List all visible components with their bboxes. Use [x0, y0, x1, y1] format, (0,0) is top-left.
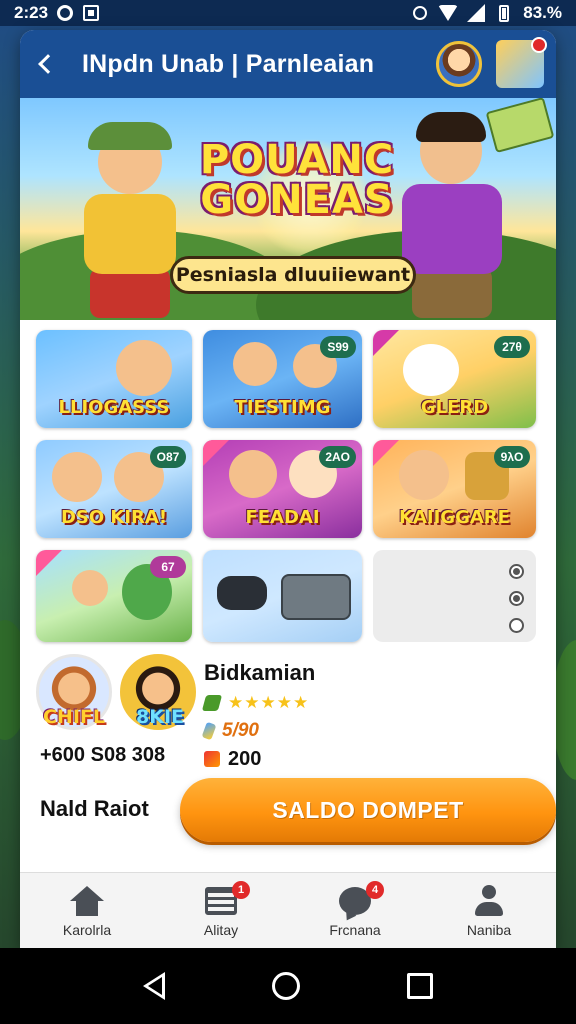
hero-title-line2: GONEAS — [200, 177, 394, 223]
nav-item-home[interactable]: Karolrla — [20, 873, 154, 948]
game-character-image — [399, 450, 449, 500]
status-bar: 2:23 83.% — [0, 0, 576, 26]
game-tile[interactable]: O87 DSO KIRA! — [36, 440, 192, 538]
character-label: CHIFL — [42, 706, 105, 728]
wifi-icon — [438, 4, 459, 22]
game-tile[interactable]: 27θ GLERD — [373, 330, 536, 428]
player-stats: Bidkamian ★★★★★ 5/90 200 — [201, 660, 316, 770]
game-tile[interactable]: LLIOGASSS — [36, 330, 192, 428]
bottom-navigation: Karolrla 1 Alitay 4 Frcnana Naniba — [20, 872, 556, 948]
coins-row: 200 — [204, 748, 315, 770]
battery-icon — [495, 4, 513, 22]
game-tile[interactable]: 2AO FEADAI — [203, 440, 362, 538]
game-character-image — [233, 342, 277, 386]
gamepad-icon — [217, 576, 267, 610]
pencil-icon — [201, 721, 217, 741]
profile-avatar-with-notification[interactable] — [496, 37, 547, 88]
game-title: DSO KIRA! — [60, 507, 168, 528]
game-badge: 2AO — [319, 446, 356, 468]
radio-group — [509, 564, 524, 633]
game-title: FEADAI — [245, 507, 320, 528]
game-title: KAIIGGARE — [399, 507, 510, 528]
game-tile[interactable] — [203, 550, 362, 642]
money-icon — [485, 98, 555, 154]
app-window: INpdn Unab | Parnleaian POUANC GONEAS Pe… — [20, 30, 556, 948]
player-name: Bidkamian — [204, 660, 316, 685]
nav-label: Alitay — [203, 921, 239, 938]
vehicle-image — [281, 574, 351, 620]
chevron-left-icon[interactable] — [32, 48, 64, 80]
progress-value: 5/90 — [222, 720, 259, 741]
home-icon — [68, 884, 106, 918]
notification-badge: 1 — [232, 881, 250, 899]
radio-option[interactable] — [509, 618, 524, 633]
hero-title-line1: POUANC — [199, 137, 395, 183]
gift-icon — [204, 751, 220, 767]
recents-square-icon[interactable] — [406, 973, 433, 999]
radio-option[interactable] — [509, 591, 524, 606]
progress-row: 5/90 — [201, 720, 315, 742]
coins-value: 200 — [228, 747, 262, 770]
nav-item-activity[interactable]: 1 Alitay — [154, 873, 288, 948]
game-tile[interactable]: 67 — [36, 550, 192, 642]
notification-dot — [531, 37, 547, 53]
wallet-balance-button[interactable]: SALDO DOMPET — [180, 778, 556, 842]
game-badge: S99 — [320, 336, 356, 358]
tile-corner-ribbon — [373, 440, 399, 466]
wallet-row: Nald Raiot SALDO DOMPET — [36, 778, 556, 854]
level-icon — [201, 695, 223, 711]
back-triangle-icon[interactable] — [143, 972, 166, 1000]
game-character-image — [116, 340, 172, 396]
game-title: TIESTIMG — [234, 397, 331, 418]
tile-corner-ribbon — [36, 550, 62, 576]
game-tile[interactable]: 9λO KAIIGGARE — [373, 440, 536, 538]
signal-icon — [467, 4, 486, 22]
game-character-image — [72, 570, 108, 606]
options-tile — [373, 550, 536, 642]
game-character-image — [403, 344, 459, 396]
game-title: GLERD — [420, 397, 489, 418]
cartoon-boy-left — [70, 118, 190, 318]
game-character-image — [52, 452, 102, 502]
hero-subtitle: Pesniasla dluuiiewant — [170, 256, 416, 294]
alarm-icon — [411, 4, 429, 22]
nav-item-chat[interactable]: 4 Frcnana — [288, 873, 422, 948]
game-grid: LLIOGASSS S99 TIESTIMG 27θ GLERD O87 DSO… — [36, 330, 540, 642]
game-badge: 27θ — [494, 336, 530, 358]
page-title: INpdn Unab | Parnleaian — [82, 49, 375, 78]
app-header: INpdn Unab | Parnleaian — [20, 30, 556, 98]
wallet-label: Nald Raiot — [40, 796, 149, 821]
game-title: LLIOGASSS — [58, 397, 170, 418]
battery-percent: 83.% — [523, 3, 562, 22]
notification-badge: 4 — [366, 881, 384, 899]
phone-number: +600 S08 308 — [40, 744, 166, 766]
system-navigation-bar — [0, 948, 576, 1024]
hero-banner[interactable]: POUANC GONEAS Pesniasla dluuiiewant — [20, 98, 556, 320]
profile-section: CHIFL 8KIE +600 S08 308 Bidkamian ★★★★★ … — [36, 654, 540, 778]
rating-row: ★★★★★ — [201, 692, 315, 714]
nav-label: Karolrla — [62, 921, 112, 938]
game-badge: 9λO — [494, 446, 530, 468]
rating-stars: ★★★★★ — [228, 693, 310, 712]
game-badge: O87 — [150, 446, 186, 468]
tile-corner-ribbon — [203, 440, 229, 466]
home-circle-icon[interactable] — [271, 972, 300, 1000]
person-icon — [470, 884, 508, 918]
tile-corner-ribbon — [373, 330, 399, 356]
game-tile[interactable]: S99 TIESTIMG — [203, 330, 362, 428]
radio-option[interactable] — [509, 564, 524, 579]
status-time: 2:23 — [14, 3, 49, 22]
hero-title: POUANC GONEAS — [192, 140, 402, 220]
gallery-icon — [82, 4, 100, 22]
game-character-image — [229, 450, 277, 498]
game-badge: 67 — [150, 556, 186, 578]
user-avatar[interactable] — [436, 41, 482, 87]
nav-label: Naniba — [466, 921, 512, 938]
nav-item-profile[interactable]: Naniba — [422, 873, 556, 948]
character-label: 8KIE — [136, 706, 184, 728]
game-panel: LLIOGASSS S99 TIESTIMG 27θ GLERD O87 DSO… — [20, 318, 556, 854]
nav-label: Frcnana — [329, 921, 381, 938]
sync-icon — [56, 4, 74, 22]
